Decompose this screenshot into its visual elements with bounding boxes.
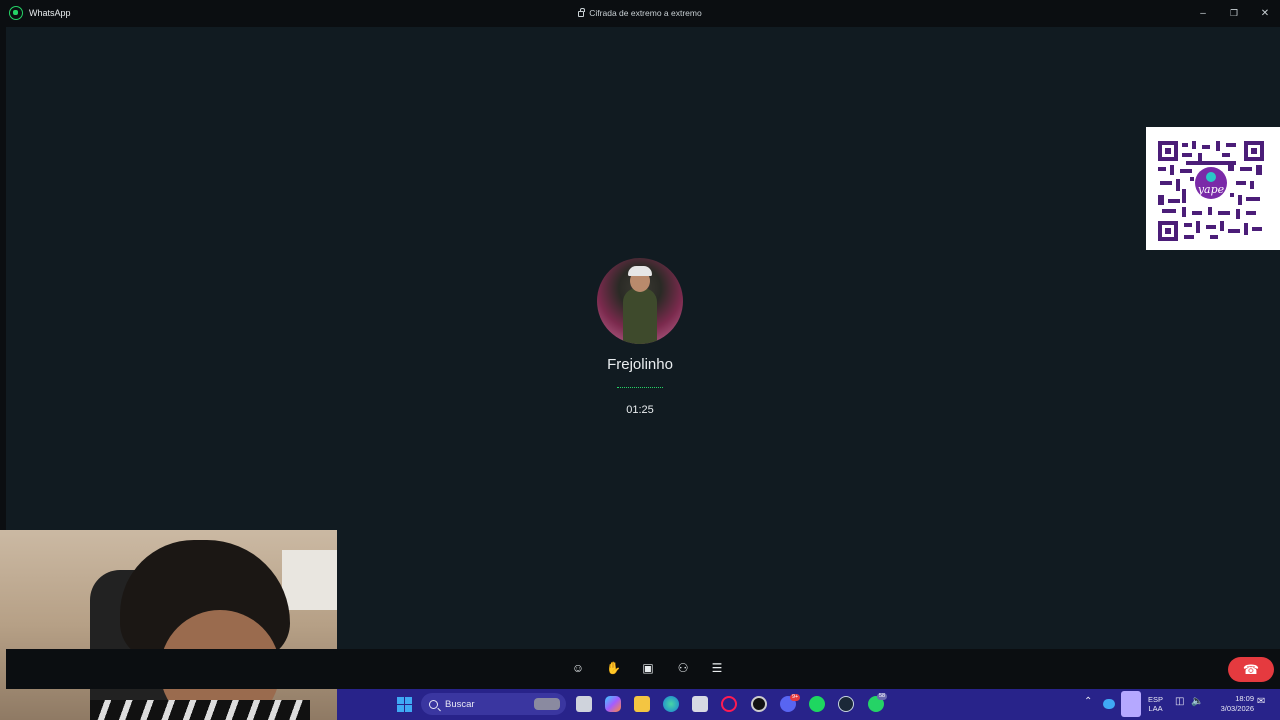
clock-time: 18:09 <box>1235 694 1254 703</box>
caller-name: Frejolinho <box>607 356 673 373</box>
add-participant-button[interactable]: ⚇ <box>676 661 690 675</box>
call-duration: 01:25 <box>626 404 654 416</box>
chat-button[interactable]: ☰ <box>710 661 724 675</box>
caller-avatar <box>597 258 683 344</box>
search-highlight-image <box>534 698 560 710</box>
spotify-icon[interactable] <box>809 696 825 712</box>
store-icon[interactable] <box>692 696 708 712</box>
onedrive-icon[interactable] <box>1103 699 1115 709</box>
volume-icon[interactable]: 🔈 <box>1191 697 1203 707</box>
add-person-icon: ⚇ <box>677 661 689 675</box>
encryption-notice: Cifrada de extremo a extremo <box>0 8 1280 18</box>
edge-icon[interactable] <box>663 696 679 712</box>
task-view-icon[interactable] <box>576 696 592 712</box>
minimize-icon: – <box>1200 7 1206 19</box>
restore-button[interactable]: ❐ <box>1222 4 1246 22</box>
restore-icon: ❐ <box>1229 7 1239 18</box>
notifications-icon[interactable]: ✉ <box>1257 697 1265 707</box>
close-icon: ✕ <box>1260 7 1270 19</box>
chat-icon: ☰ <box>711 661 723 675</box>
clock-date: 3/03/2026 <box>1220 704 1254 713</box>
raise-hand-button[interactable]: ✋ <box>606 661 621 675</box>
taskbar-search[interactable]: Buscar <box>421 693 566 715</box>
webcam-overlay <box>0 530 337 720</box>
yape-qr-code: yape <box>1146 127 1280 250</box>
screen-share-icon: ▣ <box>642 661 654 675</box>
copilot-icon[interactable] <box>605 696 621 712</box>
keyboard-layout: LAA <box>1148 704 1163 713</box>
qr-code-icon: yape <box>1158 141 1264 241</box>
steam-icon[interactable] <box>838 696 854 712</box>
discord-badge: 9+ <box>790 694 801 701</box>
title-bar: WhatsApp Cifrada de extremo a extremo – … <box>0 0 1280 27</box>
close-window-button[interactable]: ✕ <box>1253 4 1277 22</box>
file-explorer-icon[interactable] <box>634 696 650 712</box>
encryption-label: Cifrada de extremo a extremo <box>589 8 702 18</box>
reactions-button[interactable]: ☺ <box>571 661 585 675</box>
end-call-button[interactable]: ☎ <box>1228 657 1274 682</box>
whatsapp-badge: 58 <box>877 693 888 700</box>
opera-icon[interactable] <box>721 696 737 712</box>
lock-icon <box>578 8 585 17</box>
search-placeholder: Buscar <box>445 698 475 710</box>
share-screen-button[interactable]: ▣ <box>641 661 655 675</box>
start-button[interactable] <box>397 697 412 712</box>
show-hidden-icons-chevron-icon[interactable]: ⌃ <box>1084 697 1092 707</box>
network-icon[interactable]: ◫ <box>1175 697 1184 707</box>
taskbar-clock[interactable]: 18:09 3/03/2026 <box>1208 694 1254 714</box>
phone-hangup-icon: ☎ <box>1242 661 1260 677</box>
search-icon <box>429 699 438 709</box>
hand-icon: ✋ <box>606 661 621 675</box>
microphone-icon[interactable] <box>1121 691 1141 717</box>
minimize-button[interactable]: – <box>1191 4 1215 22</box>
emoji-icon: ☺ <box>571 661 585 675</box>
language-code: ESP <box>1148 695 1164 704</box>
call-status-indicator <box>617 384 663 388</box>
language-indicator[interactable]: ESP LAA <box>1148 695 1163 713</box>
github-icon[interactable] <box>751 696 767 712</box>
qr-brand-label: yape <box>1197 183 1225 196</box>
